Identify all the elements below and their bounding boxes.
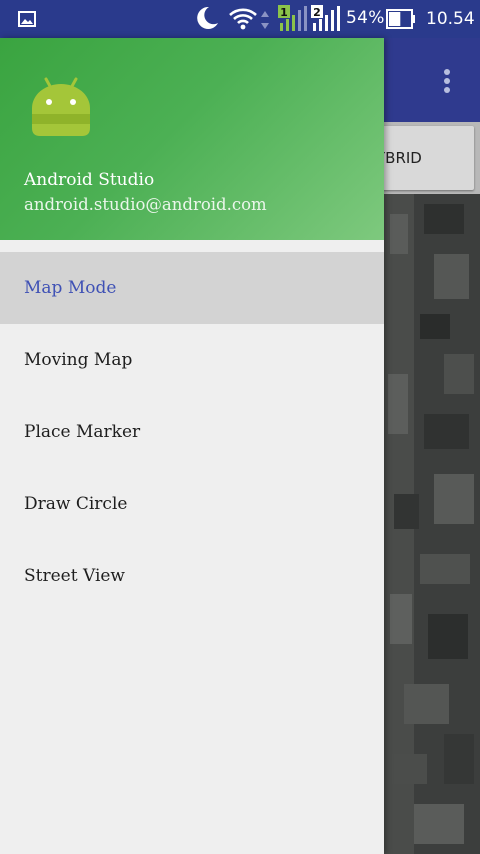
menu-item-label: Map Mode — [24, 278, 117, 298]
android-logo — [32, 77, 90, 136]
clock: 10.54 — [426, 9, 475, 29]
moon-icon — [197, 6, 218, 29]
user-name: Android Studio — [24, 170, 155, 190]
satellite-map[interactable] — [384, 194, 480, 854]
menu-item-label: Draw Circle — [24, 494, 128, 514]
data-arrows-icon — [261, 11, 269, 29]
sim1-signal-icon: 1 — [278, 5, 308, 33]
navigation-drawer: Android Studio android.studio@android.co… — [0, 38, 384, 854]
map-type-bar: YBRID — [374, 122, 480, 194]
menu-item-moving-map[interactable]: Moving Map — [0, 324, 384, 396]
sim1-label: 1 — [280, 6, 288, 19]
map-type-button[interactable]: YBRID — [374, 126, 474, 190]
menu-item-street-view[interactable]: Street View — [0, 540, 384, 612]
menu-item-label: Street View — [24, 566, 125, 586]
menu-item-place-marker[interactable]: Place Marker — [0, 396, 384, 468]
more-vert-icon[interactable] — [442, 68, 452, 94]
app-toolbar — [384, 38, 480, 122]
drawer-header: Android Studio android.studio@android.co… — [0, 38, 384, 240]
gallery-icon — [18, 11, 36, 27]
menu-item-label: Place Marker — [24, 422, 141, 442]
wifi-icon — [229, 8, 257, 30]
sim2-label: 2 — [313, 6, 321, 19]
sim2-signal-icon: 2 — [311, 5, 341, 33]
satellite-imagery — [384, 194, 480, 854]
menu-item-draw-circle[interactable]: Draw Circle — [0, 468, 384, 540]
menu-item-map-mode[interactable]: Map Mode — [0, 252, 384, 324]
drawer-menu: Map Mode Moving Map Place Marker Draw Ci… — [0, 252, 384, 612]
user-email: android.studio@android.com — [24, 195, 267, 214]
status-bar: 1 2 54% 10.54 — [0, 0, 480, 38]
menu-item-label: Moving Map — [24, 350, 133, 370]
battery-icon — [386, 9, 415, 29]
battery-percent: 54% — [346, 8, 385, 28]
